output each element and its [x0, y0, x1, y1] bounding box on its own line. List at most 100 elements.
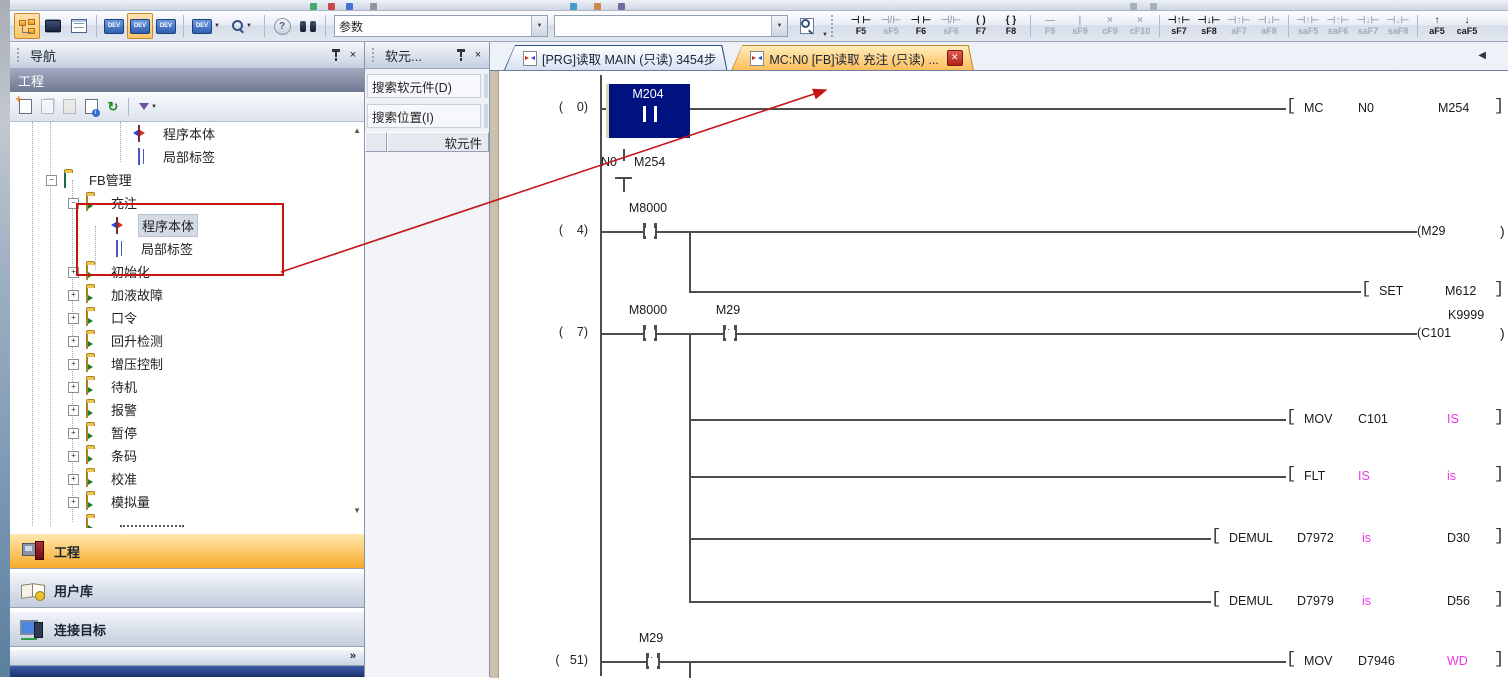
tree-item-加液故障[interactable]: +加液故障	[10, 283, 350, 306]
instruction-operand[interactable]: IS	[1447, 412, 1459, 426]
device-watch-dropdown[interactable]: DEV▼	[188, 13, 224, 39]
close-icon[interactable]: ×	[471, 49, 485, 61]
nav-footer-project[interactable]: 工程	[10, 533, 364, 569]
search-combo[interactable]: ▼	[554, 15, 788, 37]
tree-item-程序本体[interactable]: 程序本体	[10, 214, 350, 237]
ladder-symbol-button-saF6[interactable]: ⊣↑⊢saF6	[1323, 11, 1353, 41]
contact-M29[interactable]: M29↑	[609, 631, 697, 675]
nav-footer-user-library[interactable]: 用户库	[10, 572, 364, 608]
tree-item-初始化[interactable]: +初始化	[10, 260, 350, 283]
instruction-operand[interactable]: C101	[1358, 412, 1388, 426]
tree-item-条码[interactable]: +条码	[10, 444, 350, 467]
expand-icon[interactable]: +	[68, 290, 79, 301]
chevron-down-icon[interactable]: ▼	[771, 16, 787, 36]
ladder-symbol-button-F7[interactable]: ( )F7	[966, 11, 996, 41]
selected-contact-M204[interactable]: M204	[606, 84, 690, 138]
instruction-operand[interactable]: IS	[1358, 469, 1370, 483]
scroll-down-icon[interactable]: ▼	[353, 506, 361, 515]
instruction-operand[interactable]: DEMUL	[1229, 594, 1273, 608]
expand-icon[interactable]: +	[68, 405, 79, 416]
instruction-operand[interactable]: M612	[1445, 284, 1476, 298]
toolbar-overflow-icon[interactable]: ▼	[822, 32, 828, 38]
device-find-button[interactable]: DEV	[101, 13, 127, 39]
device-grid-button[interactable]: DEV	[127, 13, 153, 39]
ladder-symbol-button-aF7[interactable]: ⊣↑⊢aF7	[1224, 11, 1254, 41]
tree-item-局部标签[interactable]: 局部标签	[10, 145, 350, 168]
ladder-symbol-button-F5[interactable]: ⊣ ⊢F5	[846, 11, 876, 41]
instruction-operand[interactable]: DEMUL	[1229, 531, 1273, 545]
instruction-operand[interactable]: is	[1447, 469, 1456, 483]
instruction-operand[interactable]: is	[1362, 531, 1371, 545]
scrollbar-sliver[interactable]	[484, 104, 488, 128]
tab-scroll-left-button[interactable]: ◀	[1478, 50, 1486, 61]
tree-item-模拟量[interactable]: +模拟量	[10, 490, 350, 513]
expand-icon[interactable]: +	[68, 428, 79, 439]
instruction-operand[interactable]: is	[1362, 594, 1371, 608]
editor-tab-1[interactable]: [PRG]读取 MAIN (只读) 3454步	[504, 45, 727, 70]
ladder-symbol-button-F9[interactable]: —F9	[1035, 11, 1065, 41]
instruction-operand[interactable]: FLT	[1304, 469, 1325, 483]
ladder-symbol-button-F6[interactable]: ⊣ ⊢F6	[906, 11, 936, 41]
tree-item-partial[interactable]	[10, 513, 350, 528]
expand-icon[interactable]: +	[68, 313, 79, 324]
sort-filter-dropdown[interactable]: ▼	[133, 96, 163, 118]
ladder-symbol-button-sF5[interactable]: ⊣/⊢sF5	[876, 11, 906, 41]
copy-button[interactable]	[36, 96, 58, 118]
new-item-button[interactable]	[14, 96, 36, 118]
ladder-symbol-button-aF5[interactable]: ↑aF5	[1422, 11, 1452, 41]
tree-item-待机[interactable]: +待机	[10, 375, 350, 398]
ladder-symbol-button-saF7[interactable]: ⊣↓⊢saF7	[1353, 11, 1383, 41]
ladder-symbol-button-saF5[interactable]: ⊣↑⊢saF5	[1293, 11, 1323, 41]
list-view-button[interactable]	[66, 13, 92, 39]
contact-M8000[interactable]: M8000	[606, 201, 694, 245]
ladder-symbol-button-sF8[interactable]: ⊣↓⊢sF8	[1194, 11, 1224, 41]
pin-icon[interactable]	[330, 49, 342, 61]
instruction-operand[interactable]: MC	[1304, 101, 1323, 115]
paste-button[interactable]	[58, 96, 80, 118]
tree-item-程序本体[interactable]: 程序本体	[10, 122, 350, 145]
property-button[interactable]	[80, 96, 102, 118]
help-button[interactable]: ?	[269, 13, 295, 39]
ladder-symbol-button-cF10[interactable]: ×cF10	[1125, 11, 1155, 41]
device-search-dropdown[interactable]: ▼	[224, 13, 260, 39]
nav-footer-connection[interactable]: 连接目标	[10, 611, 364, 647]
ladder-symbol-button-sF6[interactable]: ⊣/⊢sF6	[936, 11, 966, 41]
tree-item-校准[interactable]: +校准	[10, 467, 350, 490]
ladder-symbol-button-F8[interactable]: { }F8	[996, 11, 1026, 41]
ladder-symbol-button-sF9[interactable]: |sF9	[1065, 11, 1095, 41]
search-device-button[interactable]: 搜索软元件(D)	[367, 74, 481, 98]
collapse-icon[interactable]: −	[68, 198, 79, 209]
tree-item-回升检测[interactable]: +回升检测	[10, 329, 350, 352]
instruction-operand[interactable]: D56	[1447, 594, 1470, 608]
expand-icon[interactable]: +	[68, 382, 79, 393]
instruction-operand[interactable]: MOV	[1304, 654, 1332, 668]
tree-item-暂停[interactable]: +暂停	[10, 421, 350, 444]
find-button[interactable]	[295, 13, 321, 39]
ladder-symbol-button-aF8[interactable]: ⊣↓⊢aF8	[1254, 11, 1284, 41]
ladder-canvas[interactable]: ( 0)( 4)( 7)( 51)N0M254M204M8000M8000M29…	[490, 70, 1508, 678]
expand-icon[interactable]: +	[68, 474, 79, 485]
instruction-operand[interactable]: N0	[1358, 101, 1374, 115]
module-config-button[interactable]	[40, 13, 66, 39]
instruction-operand[interactable]: MOV	[1304, 412, 1332, 426]
tree-item-充注[interactable]: −充注	[10, 191, 350, 214]
instruction-operand[interactable]: M254	[1438, 101, 1469, 115]
expand-icon[interactable]: +	[68, 336, 79, 347]
instruction-operand[interactable]: WD	[1447, 654, 1468, 668]
contact-M8000[interactable]: M8000	[606, 303, 694, 347]
ladder-symbol-button-saF8[interactable]: ⊣↓⊢saF8	[1383, 11, 1413, 41]
more-panels-bar[interactable]: »	[10, 650, 364, 666]
instruction-operand[interactable]: D7979	[1297, 594, 1334, 608]
refresh-button[interactable]: ↻	[102, 96, 124, 118]
project-tree-view-button[interactable]	[14, 13, 40, 39]
tree-item-口令[interactable]: +口令	[10, 306, 350, 329]
instruction-operand[interactable]: D7972	[1297, 531, 1334, 545]
chevron-down-icon[interactable]: ▼	[531, 16, 547, 36]
instruction-operand[interactable]: SET	[1379, 284, 1403, 298]
expand-icon[interactable]: +	[68, 497, 79, 508]
scroll-up-icon[interactable]: ▲	[353, 126, 361, 135]
editor-tab-2[interactable]: MC:N0 [FB]读取 充注 (只读) ...✕	[731, 45, 973, 70]
device-network-button[interactable]: DEV	[153, 13, 179, 39]
collapse-icon[interactable]: −	[46, 175, 57, 186]
expand-icon[interactable]: +	[68, 359, 79, 370]
